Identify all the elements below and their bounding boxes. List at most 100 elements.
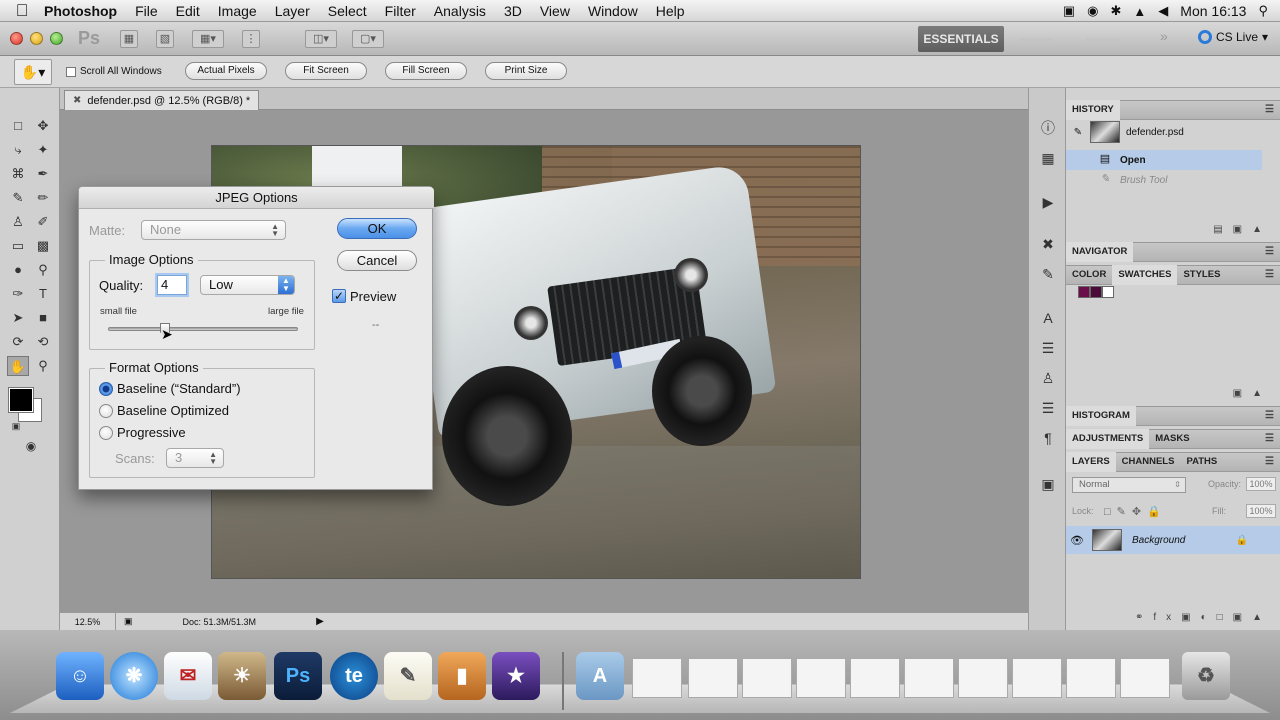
default-colors-icon[interactable]: ▣	[5, 416, 27, 436]
lock-icons[interactable]: □✎✥🔒	[1104, 505, 1167, 518]
navigator-panel-header[interactable]: NAVIGATOR ☰	[1066, 242, 1280, 262]
hand-tool-icon[interactable]: ✋	[7, 356, 29, 376]
status-menu-arrow-icon[interactable]: ▶	[316, 616, 324, 627]
animation-panel-icon[interactable]: ▶	[1038, 192, 1058, 212]
photoshop-dock-icon[interactable]: Ps	[274, 652, 322, 700]
baseline-optimized-label[interactable]: Baseline Optimized	[117, 403, 229, 418]
panel-menu-icon[interactable]: ☰	[1265, 410, 1274, 421]
screen-mode-icon[interactable]: ▢▾	[352, 30, 384, 48]
minimized-window[interactable]	[1120, 658, 1170, 698]
teamviewer-icon[interactable]: te	[330, 652, 378, 700]
eraser-tool-icon[interactable]: ▭	[7, 236, 29, 256]
rectangle-tool-icon[interactable]: ■	[32, 308, 54, 328]
minimized-window[interactable]	[742, 658, 792, 698]
clone-stamp-tool-icon[interactable]: ♙	[7, 212, 29, 232]
menu-file[interactable]: File	[135, 3, 158, 19]
minimized-window[interactable]	[632, 658, 682, 698]
status-info-icon[interactable]: ▣	[124, 616, 133, 627]
opacity-field[interactable]: 100%	[1246, 477, 1276, 491]
minimize-window-button[interactable]	[30, 32, 43, 45]
history-footer-icons[interactable]: ▤▣▲	[1066, 224, 1280, 240]
minimized-window[interactable]	[958, 658, 1008, 698]
3d-rotate-tool-icon[interactable]: ⟳	[7, 332, 29, 352]
lasso-tool-icon[interactable]: ⤷	[7, 140, 29, 160]
marquee-tool-icon[interactable]: □	[7, 116, 29, 136]
brush-tool-icon[interactable]: ✏	[32, 188, 54, 208]
fit-screen-button[interactable]: Fit Screen	[285, 62, 367, 80]
preview-label[interactable]: Preview	[350, 289, 396, 304]
workspace-design-ghost[interactable]: ▬▬▬	[1020, 32, 1053, 44]
zoom-level-icon[interactable]: ⋮	[242, 30, 260, 48]
quality-preset-select[interactable]: Low ▲ ▼	[200, 275, 295, 295]
brush-presets-icon[interactable]: ☰	[1038, 338, 1058, 358]
quality-input[interactable]: 4	[157, 275, 187, 295]
quick-select-tool-icon[interactable]: ✦	[32, 140, 54, 160]
scroll-all-windows-checkbox[interactable]: Scroll All Windows	[66, 66, 162, 77]
history-snapshot-row[interactable]: ✎ defender.psd	[1066, 121, 1262, 143]
history-item-brush-tool[interactable]: ✎ Brush Tool	[1066, 170, 1262, 190]
menu-3d[interactable]: 3D	[504, 3, 522, 19]
mini-bridge-icon[interactable]: ▧	[156, 30, 174, 48]
tab-navigator[interactable]: NAVIGATOR	[1066, 242, 1134, 262]
crop-tool-icon[interactable]: ⌘	[7, 164, 29, 184]
move-tool-icon[interactable]: ✥	[32, 116, 54, 136]
tab-masks[interactable]: MASKS	[1149, 429, 1195, 449]
tab-swatches[interactable]: SWATCHES	[1112, 265, 1178, 285]
mail-icon[interactable]: ✉	[164, 652, 212, 700]
baseline-standard-label[interactable]: Baseline (“Standard”)	[117, 381, 241, 396]
tab-color[interactable]: COLOR	[1066, 265, 1112, 285]
panel-menu-icon[interactable]: ☰	[1265, 104, 1274, 115]
menu-analysis[interactable]: Analysis	[434, 3, 486, 19]
checkbox-box[interactable]	[66, 66, 76, 77]
bridge-icon[interactable]: ▦	[120, 30, 138, 48]
swatches-footer-icons[interactable]: ▣▲	[1066, 388, 1280, 404]
quality-slider[interactable]	[108, 327, 298, 331]
progressive-radio[interactable]	[99, 426, 113, 440]
character-panel-icon[interactable]: A	[1038, 308, 1058, 328]
eyedropper-tool-icon[interactable]: ✒	[32, 164, 54, 184]
print-size-button[interactable]: Print Size	[485, 62, 567, 80]
menu-window[interactable]: Window	[588, 3, 638, 19]
view-extras-icon[interactable]: ▦▾	[192, 30, 224, 48]
document-tab[interactable]: ✖ defender.psd @ 12.5% (RGB/8) *	[64, 90, 260, 110]
tab-paths[interactable]: PATHS	[1180, 452, 1223, 472]
tab-styles[interactable]: STYLES	[1177, 265, 1226, 285]
quick-mask-icon[interactable]: ◉	[20, 436, 42, 456]
tab-adjustments[interactable]: ADJUSTMENTS	[1066, 429, 1150, 449]
menu-filter[interactable]: Filter	[385, 3, 416, 19]
foreground-color-swatch[interactable]	[8, 387, 34, 413]
keynote-icon[interactable]: ▮	[438, 652, 486, 700]
workspace-painting-ghost[interactable]: ▬▬▬	[1086, 32, 1119, 44]
safari-icon[interactable]: ❋	[110, 652, 158, 700]
gradient-tool-icon[interactable]: ▩	[32, 236, 54, 256]
swatch[interactable]	[1102, 286, 1114, 298]
clock[interactable]: Mon 16:13	[1180, 3, 1246, 19]
textedit-icon[interactable]: ✎	[384, 652, 432, 700]
hand-tool-preset-icon[interactable]: ✋▾	[14, 59, 52, 85]
history-item-open[interactable]: ▤ Open	[1066, 150, 1262, 170]
volume-icon[interactable]: ◀	[1158, 3, 1168, 19]
menu-image[interactable]: Image	[218, 3, 257, 19]
layer-comps-icon[interactable]: ▣	[1038, 474, 1058, 494]
baseline-standard-radio[interactable]	[99, 382, 113, 396]
iphoto-icon[interactable]: ☀	[218, 652, 266, 700]
fill-field[interactable]: 100%	[1246, 504, 1276, 518]
3d-orbit-tool-icon[interactable]: ⟲	[32, 332, 54, 352]
more-workspaces-icon[interactable]: »	[1160, 28, 1168, 44]
spotlight-search-icon[interactable]: ⚲	[1258, 3, 1268, 19]
swatch[interactable]	[1078, 286, 1090, 298]
info-panel-icon[interactable]: ⓘ	[1038, 118, 1058, 138]
zoom-tool-icon[interactable]: ⚲	[32, 356, 54, 376]
panel-menu-icon[interactable]: ☰	[1265, 456, 1274, 467]
brushes-panel-icon[interactable]: ✎	[1038, 264, 1058, 284]
camera-icon[interactable]: ▣	[1063, 3, 1075, 19]
workspace-essentials-button[interactable]: ESSENTIALS	[918, 26, 1004, 52]
layers-footer-icons[interactable]: ⚭fx▣◐□▣▲	[1066, 612, 1280, 628]
tab-histogram[interactable]: HISTOGRAM	[1066, 406, 1136, 426]
wifi-icon[interactable]: ▲	[1133, 4, 1146, 19]
minimized-window[interactable]	[904, 658, 954, 698]
actions-panel-icon[interactable]: ☰	[1038, 398, 1058, 418]
apple-menu-icon[interactable]: 	[0, 1, 44, 21]
close-tab-icon[interactable]: ✖	[73, 92, 81, 110]
minimized-window[interactable]	[688, 658, 738, 698]
